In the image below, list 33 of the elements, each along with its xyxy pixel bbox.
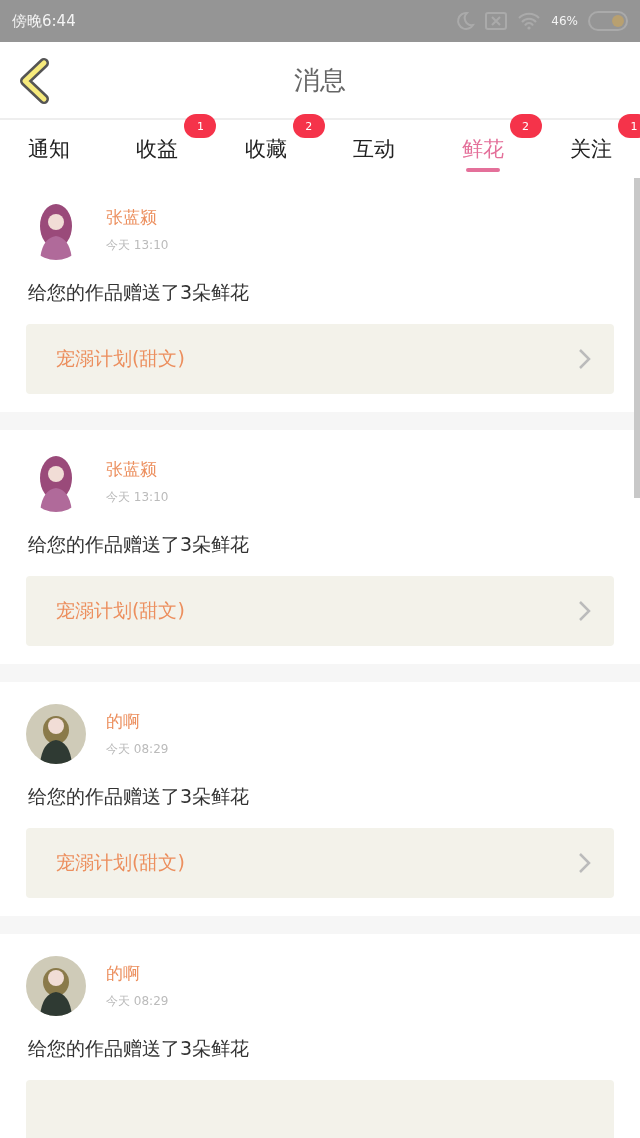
tab[interactable]: 互动	[349, 120, 400, 178]
message-text: 给您的作品赠送了3朵鲜花	[28, 532, 251, 557]
message-time: 今天 08:29	[106, 993, 169, 1010]
work-link[interactable]: 宠溺计划(甜文)	[26, 324, 614, 394]
count-badge: 2	[292, 114, 325, 138]
work-title: 宠溺计划(甜文)	[56, 346, 185, 371]
message-text: 给您的作品赠送了3朵鲜花	[28, 784, 251, 809]
user-name[interactable]: 的啊	[106, 710, 169, 733]
chevron-icon	[578, 852, 592, 874]
chevron-icon	[578, 600, 592, 622]
tab-indicator	[465, 168, 500, 172]
status-time: 傍晚6:44	[12, 11, 76, 31]
message-time: 今天 13:10	[106, 489, 169, 506]
message-text: 给您的作品赠送了3朵鲜花	[28, 1036, 251, 1061]
battery-percent: 46%	[551, 14, 578, 28]
work-link[interactable]: 宠溺计划(甜文)	[26, 828, 614, 898]
message-time: 今天 08:29	[106, 741, 169, 758]
back-icon[interactable]	[18, 58, 50, 104]
tab[interactable]: 通知	[24, 120, 74, 178]
message-time: 今天 13:10	[106, 237, 169, 254]
user-name[interactable]: 张蓝颍	[106, 206, 169, 229]
count-badge: 1	[617, 114, 640, 138]
message-text: 给您的作品赠送了3朵鲜花	[28, 280, 251, 305]
user-name[interactable]: 张蓝颍	[106, 458, 169, 481]
count-badge: 1	[184, 114, 217, 138]
user-name[interactable]: 的啊	[106, 962, 169, 985]
count-badge: 2	[509, 114, 542, 138]
work-link[interactable]: 宠溺计划(甜文)	[26, 576, 614, 646]
battery-icon	[588, 11, 628, 31]
work-title: 宠溺计划(甜文)	[56, 850, 185, 875]
chevron-icon	[578, 348, 592, 370]
work-title: 宠溺计划(甜文)	[56, 598, 185, 623]
page-title: 消息	[294, 63, 346, 97]
